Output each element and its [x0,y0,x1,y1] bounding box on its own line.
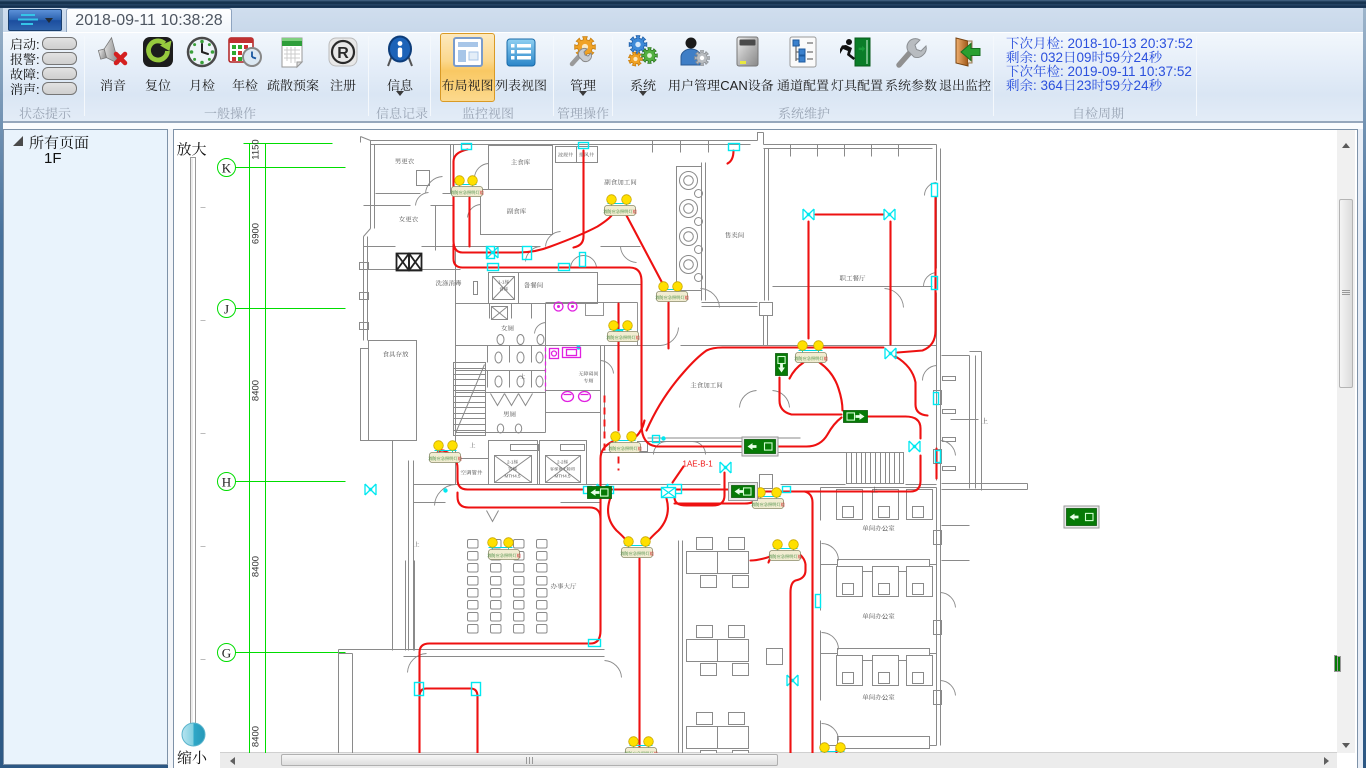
svg-text:J: J [224,302,229,317]
svg-text:单间办公室: 单间办公室 [862,613,895,621]
svg-text:8400: 8400 [251,726,262,747]
svg-text:MTH4.5: MTH4.5 [554,474,571,479]
svg-text:6900: 6900 [251,223,262,244]
svg-text:单间办公室: 单间办公室 [862,694,895,702]
svg-text:8400: 8400 [251,380,262,401]
svg-text:MTH4.5: MTH4.5 [504,474,521,479]
svg-text:男厕: 男厕 [503,411,517,419]
svg-text:上: 上 [469,443,475,450]
svg-text:1150: 1150 [251,139,262,159]
svg-text:1-1梯: 1-1梯 [498,280,510,285]
svg-text:8400: 8400 [251,556,262,577]
svg-text:副食加工间: 副食加工间 [604,179,637,187]
svg-text:办事大厅: 办事大厅 [551,583,578,591]
svg-text:2-1梯: 2-1梯 [507,460,519,465]
svg-text:单间办公室: 单间办公室 [862,525,895,533]
svg-text:上: 上 [413,542,419,549]
svg-text:女更衣: 女更衣 [399,216,419,224]
svg-text:消防应急照明灯组: 消防应急照明灯组 [487,552,521,559]
svg-text:售卖间: 售卖间 [725,232,745,240]
svg-text:消防应急照明灯组: 消防应急照明灯组 [768,553,802,560]
svg-text:男更衣: 男更衣 [395,158,415,166]
svg-text:空调管井: 空调管井 [460,470,483,477]
svg-text:消防应急照明灯组: 消防应急照明灯组 [606,334,640,341]
svg-text:消防应急照明灯组: 消防应急照明灯组 [624,750,658,753]
svg-text:2-2梯: 2-2梯 [557,460,569,465]
svg-text:1AE-B-1: 1AE-B-1 [683,460,714,469]
svg-text:洗涤消毒: 洗涤消毒 [436,280,463,288]
svg-text:主食加工间: 主食加工间 [690,382,723,390]
svg-text:消防应急照明灯组: 消防应急照明灯组 [794,355,828,362]
svg-text:副食库: 副食库 [507,208,527,216]
svg-text:客梯兼无障碍: 客梯兼无障碍 [550,467,576,472]
svg-text:消防应急照明灯组: 消防应急照明灯组 [751,501,785,508]
svg-text:无障碍间: 无障碍间 [578,371,598,378]
svg-text:上: 上 [519,374,525,381]
svg-text:消防应急照明灯组: 消防应急照明灯组 [620,550,654,557]
svg-text:客梯: 客梯 [508,467,517,472]
svg-text:备餐间: 备餐间 [524,282,544,290]
svg-text:放大: 放大 [177,142,207,159]
svg-text:主食库: 主食库 [511,159,531,167]
svg-text:专厕: 专厕 [583,378,593,385]
svg-text:R: R [337,45,349,62]
svg-text:消防应急照明灯组: 消防应急照明灯组 [603,208,637,215]
svg-text:食具存放: 食具存放 [383,351,410,359]
svg-text:上: 上 [981,418,988,426]
svg-text:职工餐厅: 职工餐厅 [840,275,867,283]
svg-text:H: H [222,475,231,490]
svg-text:消防应急照明灯组: 消防应急照明灯组 [655,294,689,301]
svg-text:消防应急照明灯组: 消防应急照明灯组 [428,455,462,462]
svg-text:上: 上 [871,487,878,495]
svg-text:排风井: 排风井 [579,152,594,159]
svg-text:G: G [222,646,231,661]
svg-text:女厕: 女厕 [501,325,515,333]
svg-text:波规井: 波规井 [558,152,573,159]
svg-text:食梯: 食梯 [499,287,508,292]
svg-text:消防应急照明灯组: 消防应急照明灯组 [450,189,484,196]
svg-text:K: K [222,161,232,176]
svg-text:消防应急照明灯组: 消防应急照明灯组 [608,445,642,452]
